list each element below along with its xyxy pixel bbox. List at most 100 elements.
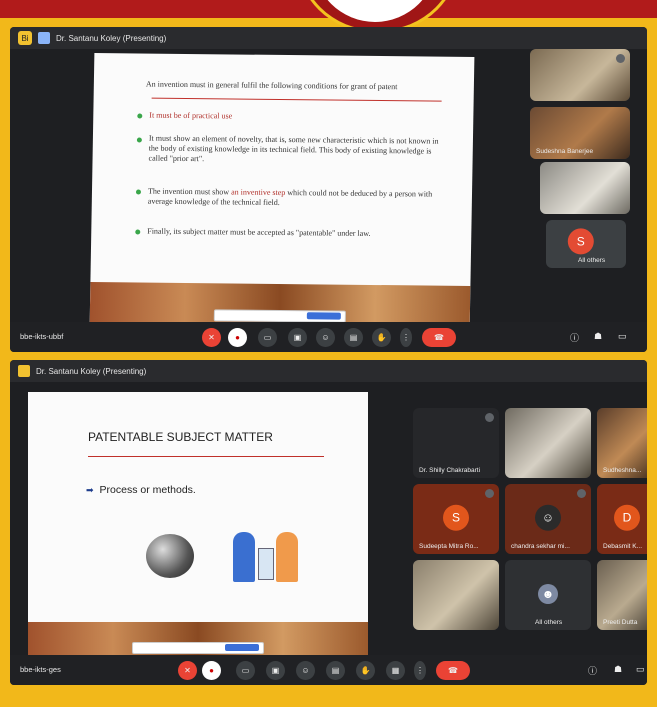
presentation-slide: An invention must in general fulfil the … — [89, 53, 475, 332]
end-call-button[interactable]: ☎ — [422, 328, 456, 347]
app-badge: Bi — [18, 31, 32, 45]
avatar-group-icon: ☻ — [538, 584, 558, 604]
participant-name: Preeti Dutta — [603, 619, 638, 626]
people-icon[interactable]: ☗ — [594, 331, 602, 342]
presentation-slide: PATENTABLE SUBJECT MATTER ➡ Process or me… — [28, 392, 368, 662]
slide-title: PATENTABLE SUBJECT MATTER — [88, 430, 273, 444]
mic-button[interactable]: ✕ — [202, 328, 221, 347]
slide-bullet-4: Finally, its subject matter must be acce… — [147, 226, 371, 238]
bullet-3-red: an inventive step — [231, 187, 286, 198]
emoji-button[interactable]: ☺ — [316, 328, 335, 347]
bullet-icon — [135, 189, 142, 195]
participant-name: chandra sekhar mi... — [511, 543, 570, 550]
slide-item: ➡ Process or methods. — [86, 484, 196, 496]
mic-off-icon — [577, 489, 586, 498]
globe-illustration — [146, 534, 194, 578]
avatar: S — [567, 228, 594, 255]
slide-item-text: Process or methods. — [99, 484, 196, 496]
slide-bullet-3: The invention must show an inventive ste… — [148, 187, 444, 210]
water-cooler-illustration — [258, 548, 274, 580]
participant-name: Dr. Shilly Chakrabarti — [419, 467, 481, 474]
screen-share-icon — [38, 32, 50, 44]
caption-button[interactable] — [225, 644, 259, 651]
all-others-tile[interactable]: ☻ All others — [505, 560, 591, 630]
screen-share-icon — [18, 365, 30, 377]
participant-name: Sudeepta Mitra Ro... — [419, 543, 479, 550]
mic-off-icon — [616, 54, 625, 63]
participant-tile[interactable]: ☺ chandra sekhar mi... — [505, 484, 591, 554]
avatar: D — [614, 504, 640, 531]
participant-name: Debasmit K... — [603, 543, 643, 550]
person-photo-icon: ☺ — [535, 504, 561, 531]
bullet-icon — [136, 137, 142, 143]
participant-photo — [540, 162, 630, 214]
meet-header: Bi Dr. Santanu Koley (Presenting) — [10, 27, 647, 49]
slide-rule — [88, 456, 324, 457]
participant-name-holder: Dr. Shilly Chakrabarti — [413, 446, 499, 478]
participant-tile[interactable]: Preeti Dutta — [597, 560, 647, 630]
present-button[interactable]: ▤ — [326, 661, 345, 680]
participant-tile[interactable]: Sudeshna Banerjee — [530, 107, 630, 159]
more-options-button[interactable]: ⋮ — [400, 328, 412, 347]
present-button[interactable]: ▤ — [344, 328, 363, 347]
participant-tile[interactable]: Sudheshna... — [597, 408, 647, 478]
person-illustration — [233, 532, 255, 582]
arrow-icon: ➡ — [86, 485, 94, 495]
meeting-code: bbe-ikts-ges — [20, 665, 61, 674]
emoji-button[interactable]: ☺ — [296, 661, 315, 680]
more-options-button[interactable]: ⋮ — [414, 661, 426, 680]
camera-button[interactable]: ▭ — [236, 661, 255, 680]
participant-tile[interactable] — [505, 408, 591, 478]
bullet-icon — [135, 229, 141, 235]
info-icon[interactable]: ⓘ — [588, 664, 597, 677]
person-illustration — [276, 532, 298, 582]
activities-button[interactable]: ▦ — [386, 661, 405, 680]
slide-bullet-1: It must be of practical use — [149, 110, 233, 121]
end-call-button[interactable]: ☎ — [436, 661, 470, 680]
participant-photo — [413, 560, 499, 630]
participant-tile[interactable] — [413, 560, 499, 630]
participant-photo — [505, 408, 591, 478]
all-others-label: All others — [578, 257, 606, 264]
mic-off-icon — [485, 413, 494, 422]
captions-button[interactable]: ▣ — [266, 661, 285, 680]
meet-screenshot-1: Bi Dr. Santanu Koley (Presenting) An inv… — [10, 27, 647, 352]
participant-photo — [530, 49, 630, 101]
info-icon[interactable]: ⓘ — [570, 331, 579, 344]
participant-tile[interactable]: D Debasmit K... — [597, 484, 647, 554]
mic-button[interactable]: ✕ — [178, 661, 197, 680]
presenter-label: Dr. Santanu Koley (Presenting) — [56, 33, 167, 43]
chat-icon[interactable]: ▭ — [618, 331, 627, 342]
meet-controls: bbe-ikts-ubbf ✕ ● ▭ ▣ ☺ ▤ ✋ ⋮ ☎ ⓘ ☗ ▭ — [10, 322, 647, 352]
slide-rule — [151, 97, 442, 102]
mic-icon[interactable]: ● — [202, 661, 221, 680]
participant-name: Sudeshna Banerjee — [536, 148, 594, 155]
meet-screenshot-2: Dr. Santanu Koley (Presenting) PATENTABL… — [10, 360, 647, 685]
participant-tile[interactable] — [540, 162, 630, 214]
bullet-3-pre: The invention must show — [147, 186, 232, 197]
camera-button[interactable]: ▭ — [258, 328, 277, 347]
caption-bar[interactable] — [213, 309, 346, 323]
meet-controls: bbe-ikts-ges ✕ ● ▭ ▣ ☺ ▤ ✋ ▦ ⋮ ☎ ⓘ ☗ ▭ — [10, 655, 647, 685]
slide-bullet-2: It must show an element of novelty, that… — [148, 133, 439, 164]
raise-hand-button[interactable]: ✋ — [372, 328, 391, 347]
meet-header: Dr. Santanu Koley (Presenting) — [10, 360, 647, 382]
presenter-label: Dr. Santanu Koley (Presenting) — [36, 366, 147, 376]
caption-bar[interactable] — [132, 642, 264, 654]
participant-tile[interactable] — [530, 49, 630, 101]
captions-button[interactable]: ▣ — [288, 328, 307, 347]
chat-icon[interactable]: ▭ — [636, 664, 645, 675]
bullet-icon — [137, 113, 143, 119]
mic-off-icon — [485, 489, 494, 498]
participant-tile[interactable]: S Sudeepta Mitra Ro... — [413, 484, 499, 554]
all-others-label: All others — [535, 619, 563, 626]
people-icon[interactable]: ☗ — [614, 664, 622, 675]
caption-button[interactable] — [306, 312, 341, 320]
participant-name: Sudheshna... — [603, 467, 642, 474]
avatar: S — [443, 504, 469, 531]
mic-icon[interactable]: ● — [228, 328, 247, 347]
all-others-tile[interactable]: S All others — [546, 220, 626, 268]
meeting-code: bbe-ikts-ubbf — [20, 332, 64, 341]
slide-intro: An invention must in general fulfil the … — [145, 79, 398, 92]
raise-hand-button[interactable]: ✋ — [356, 661, 375, 680]
